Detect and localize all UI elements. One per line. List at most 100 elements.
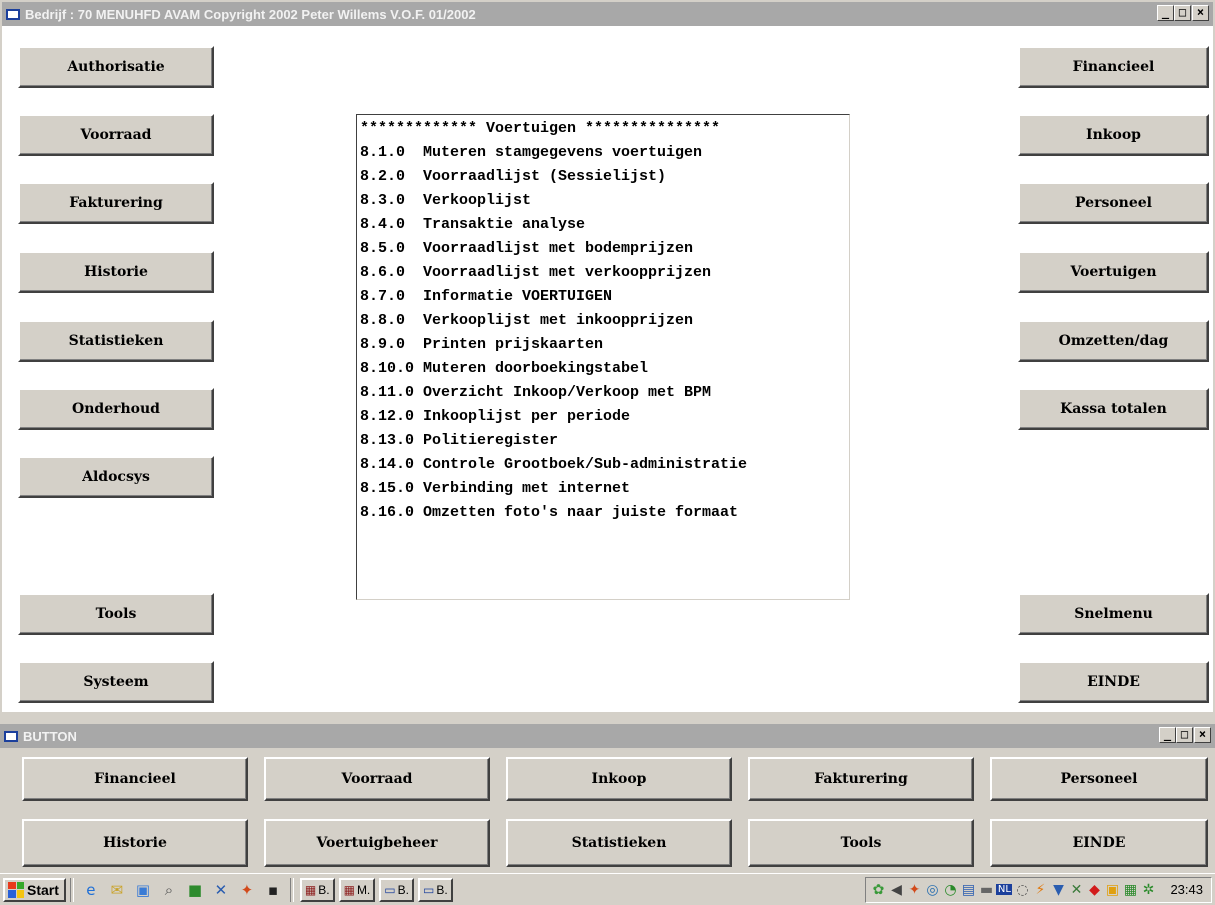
kassa-totalen-button[interactable]: Kassa totalen bbox=[1018, 388, 1209, 430]
lightning-icon[interactable]: ⚡ bbox=[1032, 882, 1048, 898]
maximize-button[interactable]: □ bbox=[1174, 5, 1191, 21]
mouse-icon[interactable]: ◌ bbox=[1014, 882, 1030, 898]
inkoop-button[interactable]: Inkoop bbox=[1018, 114, 1209, 156]
tray-app-icon[interactable]: ✿ bbox=[870, 882, 886, 898]
taskbar-separator bbox=[289, 877, 294, 902]
menu-item[interactable]: 8.6.0 Voorraadlijst met verkoopprijzen bbox=[360, 261, 849, 285]
menu-item[interactable]: 8.7.0 Informatie VOERTUIGEN bbox=[360, 285, 849, 309]
menu-item[interactable]: 8.10.0 Muteren doorboekingstabel bbox=[360, 357, 849, 381]
language-icon[interactable]: NL bbox=[996, 884, 1013, 895]
einde-button[interactable]: EINDE bbox=[1018, 661, 1209, 703]
close-button[interactable]: × bbox=[1194, 727, 1211, 743]
close-button[interactable]: × bbox=[1192, 5, 1209, 21]
quick-financieel-button[interactable]: Financieel bbox=[22, 757, 248, 801]
voertuigen-button[interactable]: Voertuigen bbox=[1018, 251, 1209, 293]
onderhoud-button[interactable]: Onderhoud bbox=[18, 388, 214, 430]
quick-inkoop-button[interactable]: Inkoop bbox=[506, 757, 732, 801]
window-icon bbox=[6, 8, 20, 20]
search-icon[interactable]: ⌕ bbox=[160, 881, 178, 899]
maximize-button[interactable]: □ bbox=[1176, 727, 1193, 743]
command-prompt-icon[interactable]: ▪ bbox=[264, 881, 282, 899]
menu-item[interactable]: 8.11.0 Overzicht Inkoop/Verkoop met BPM bbox=[360, 381, 849, 405]
quick-voorraad-button[interactable]: Voorraad bbox=[264, 757, 490, 801]
menu-item[interactable]: 8.9.0 Printen prijskaarten bbox=[360, 333, 849, 357]
main-window-titlebar[interactable]: Bedrijf : 70 MENUHFD AVAM Copyright 2002… bbox=[2, 2, 1213, 26]
main-window: Bedrijf : 70 MENUHFD AVAM Copyright 2002… bbox=[0, 0, 1215, 714]
financieel-button[interactable]: Financieel bbox=[1018, 46, 1209, 88]
settings-icon[interactable]: ✲ bbox=[1140, 882, 1156, 898]
quick-personeel-button[interactable]: Personeel bbox=[990, 757, 1208, 801]
network-icon[interactable]: ✦ bbox=[906, 882, 922, 898]
window-icon: ▭ bbox=[422, 882, 435, 897]
voorraad-button[interactable]: Voorraad bbox=[18, 114, 214, 156]
menu-item[interactable]: 8.13.0 Politieregister bbox=[360, 429, 849, 453]
task-button[interactable]: ▦ B. bbox=[299, 877, 335, 902]
quick-statistieken-button[interactable]: Statistieken bbox=[506, 819, 732, 867]
minimize-button[interactable]: _ bbox=[1157, 5, 1174, 21]
task-label: B. bbox=[318, 882, 330, 897]
snelmenu-button[interactable]: Snelmenu bbox=[1018, 593, 1209, 635]
menu-item[interactable]: 8.12.0 Inkooplijst per periode bbox=[360, 405, 849, 429]
historie-button[interactable]: Historie bbox=[18, 251, 214, 293]
outlook-icon[interactable]: ✉ bbox=[108, 881, 126, 899]
volume-icon[interactable]: ◀ bbox=[888, 882, 904, 898]
printer-icon[interactable]: ▬ bbox=[978, 882, 994, 898]
window-icon bbox=[4, 730, 18, 742]
aldocsys-button[interactable]: Aldocsys bbox=[18, 456, 214, 498]
task-label: B. bbox=[397, 882, 409, 897]
personeel-button[interactable]: Personeel bbox=[1018, 182, 1209, 224]
internet-explorer-icon[interactable]: e bbox=[82, 881, 100, 899]
desktop-icon[interactable]: ▣ bbox=[134, 881, 152, 899]
main-window-title: Bedrijf : 70 MENUHFD AVAM Copyright 2002… bbox=[25, 6, 476, 22]
menu-item[interactable]: 8.1.0 Muteren stamgegevens voertuigen bbox=[360, 141, 849, 165]
menu-item[interactable]: 8.14.0 Controle Grootboek/Sub-administra… bbox=[360, 453, 849, 477]
network-icon[interactable]: ✦ bbox=[238, 881, 256, 899]
menu-item[interactable]: 8.2.0 Voorraadlijst (Sessielijst) bbox=[360, 165, 849, 189]
taskbar-separator bbox=[69, 877, 74, 902]
clock-app-icon[interactable]: ◔ bbox=[942, 882, 958, 898]
task-label: M. bbox=[356, 882, 371, 897]
tools-icon[interactable]: ✕ bbox=[1068, 882, 1084, 898]
excel-icon[interactable]: ✕ bbox=[212, 881, 230, 899]
systeem-button[interactable]: Systeem bbox=[18, 661, 214, 703]
menu-item[interactable]: 8.16.0 Omzetten foto's naar juiste forma… bbox=[360, 501, 849, 525]
menu-item[interactable]: 8.5.0 Voorraadlijst met bodemprijzen bbox=[360, 237, 849, 261]
quick-einde-button[interactable]: EINDE bbox=[990, 819, 1208, 867]
button-window: BUTTON _ □ × Financieel Voorraad Inkoop … bbox=[0, 724, 1215, 872]
app-icon: ▦ bbox=[304, 882, 317, 897]
green-app-icon[interactable]: ■ bbox=[186, 881, 204, 899]
minimize-button[interactable]: _ bbox=[1159, 727, 1176, 743]
clock[interactable]: 23:43 bbox=[1170, 882, 1203, 897]
windows-logo-icon bbox=[8, 881, 24, 898]
start-button[interactable]: Start bbox=[3, 877, 66, 902]
monitor-icon[interactable]: ▤ bbox=[960, 882, 976, 898]
menu-item[interactable]: 8.15.0 Verbinding met internet bbox=[360, 477, 849, 501]
quick-historie-button[interactable]: Historie bbox=[22, 819, 248, 867]
menu-item[interactable]: 8.8.0 Verkooplijst met inkoopprijzen bbox=[360, 309, 849, 333]
quick-fakturering-button[interactable]: Fakturering bbox=[748, 757, 974, 801]
task-button[interactable]: ▭ B. bbox=[379, 877, 414, 902]
button-window-title: BUTTON bbox=[23, 728, 77, 744]
messenger-icon[interactable]: ◆ bbox=[1086, 882, 1102, 898]
menu-item[interactable]: 8.4.0 Transaktie analyse bbox=[360, 213, 849, 237]
authorisatie-button[interactable]: Authorisatie bbox=[18, 46, 214, 88]
omzetten-dag-button[interactable]: Omzetten/dag bbox=[1018, 320, 1209, 362]
app-icon[interactable]: ▣ bbox=[1104, 882, 1120, 898]
task-button[interactable]: ▭ B. bbox=[417, 877, 453, 902]
menu-header: ************* Voertuigen *************** bbox=[360, 120, 721, 137]
task-button[interactable]: ▦ M. bbox=[338, 877, 376, 902]
calendar-icon[interactable]: ▦ bbox=[1122, 882, 1138, 898]
start-label: Start bbox=[27, 881, 59, 898]
quick-tools-button[interactable]: Tools bbox=[748, 819, 974, 867]
cd-icon[interactable]: ◎ bbox=[924, 882, 940, 898]
app-icon: ▦ bbox=[343, 882, 355, 897]
tools-button[interactable]: Tools bbox=[18, 593, 214, 635]
quick-voertuigbeheer-button[interactable]: Voertuigbeheer bbox=[264, 819, 490, 867]
window-icon: ▭ bbox=[384, 882, 396, 897]
statistieken-button[interactable]: Statistieken bbox=[18, 320, 214, 362]
button-window-titlebar[interactable]: BUTTON _ □ × bbox=[0, 724, 1215, 748]
shield-icon[interactable]: ▼ bbox=[1050, 882, 1066, 898]
fakturering-button[interactable]: Fakturering bbox=[18, 182, 214, 224]
voertuigen-menu-list[interactable]: ************* Voertuigen ***************… bbox=[356, 114, 850, 600]
menu-item[interactable]: 8.3.0 Verkooplijst bbox=[360, 189, 849, 213]
